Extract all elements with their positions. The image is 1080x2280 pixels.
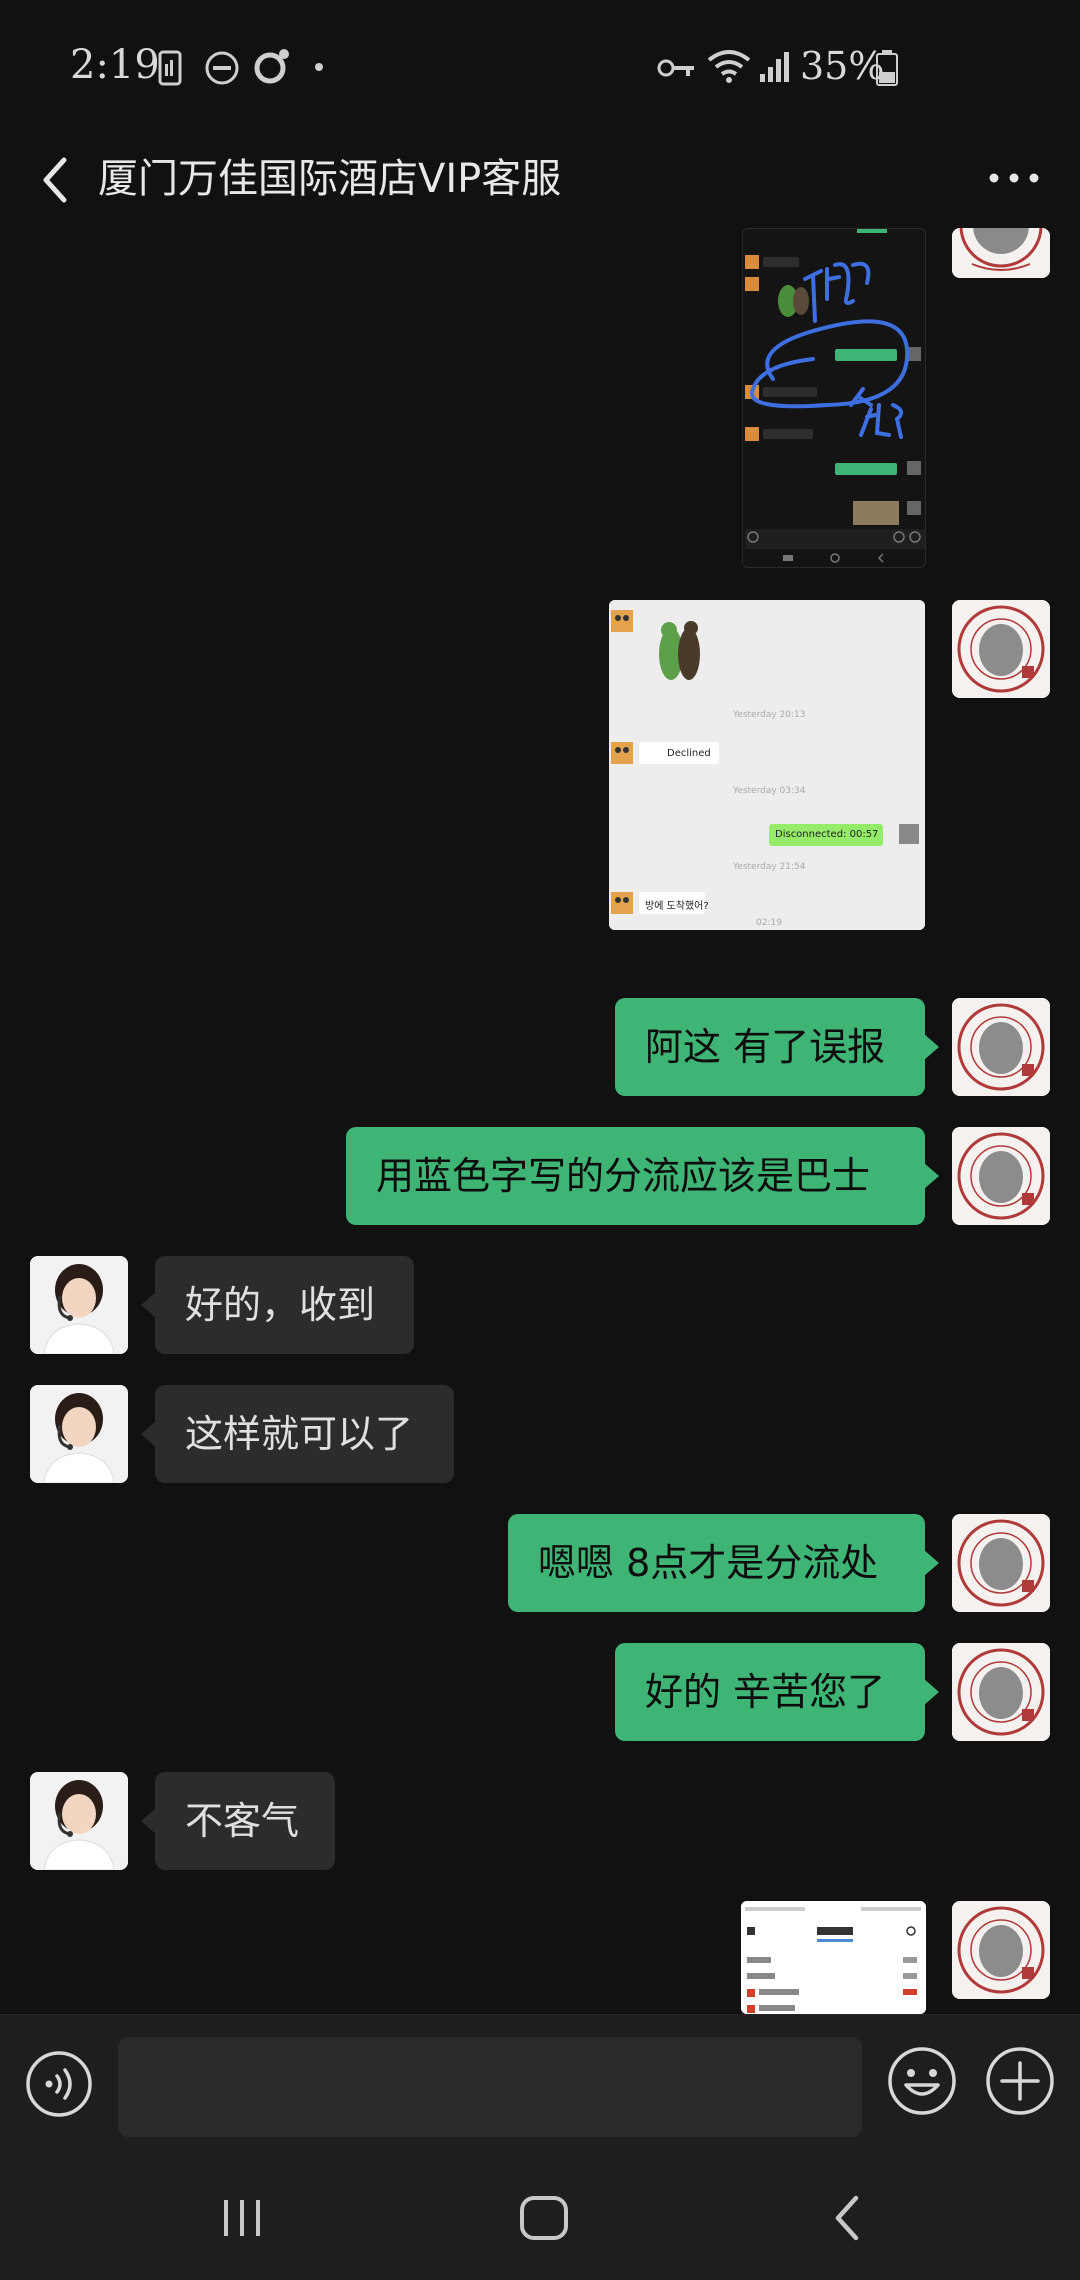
message-row: 好的，收到 [0, 1256, 1080, 1354]
message-list[interactable]: Yesterday 20:13 Declined Yesterday 03:34… [0, 228, 1080, 2014]
status-time: 2:19 [70, 42, 160, 88]
emoji-icon[interactable] [886, 2045, 958, 2117]
message-text-input[interactable] [118, 2037, 862, 2137]
battery-percent: 35% [800, 44, 885, 88]
annotated-chat-screenshot [743, 229, 925, 567]
agent-message-bubble[interactable]: 不客气 [141, 1772, 335, 1870]
customer-service-agent-avatar [30, 1256, 128, 1354]
university-seal-avatar [952, 998, 1050, 1096]
preview-timestamp: Yesterday 03:34 [733, 786, 806, 796]
message-row [0, 1901, 1080, 2014]
preview-timestamp: 02:19 [756, 918, 782, 928]
voice-icon[interactable] [24, 2049, 94, 2119]
self-avatar[interactable] [952, 600, 1050, 698]
agent-avatar[interactable] [30, 1256, 128, 1354]
self-avatar[interactable] [952, 998, 1050, 1096]
chat-title: 厦门万佳国际酒店VIP客服 [98, 156, 562, 202]
message-row: 这样就可以了 [0, 1385, 1080, 1483]
university-seal-avatar [952, 228, 1050, 278]
chevron-left-icon[interactable] [28, 148, 84, 212]
message-row: Yesterday 20:13 Declined Yesterday 03:34… [0, 600, 1080, 930]
vpn-key-icon [657, 59, 694, 77]
message-row: 不客气 [0, 1772, 1080, 1870]
wifi-icon [707, 50, 751, 83]
plus-icon[interactable] [984, 2045, 1056, 2117]
self-message-bubble[interactable]: 嗯嗯 8点才是分流处 [508, 1514, 939, 1612]
cellular-signal-icon [760, 52, 789, 82]
preview-timestamp: Yesterday 21:54 [733, 862, 806, 872]
message-row: 好的 辛苦您了 [0, 1643, 1080, 1741]
notification-app-icon [254, 49, 289, 84]
preview-disconnected-text: Disconnected: 00:57 [775, 829, 879, 840]
agent-message-bubble[interactable]: 好的，收到 [141, 1256, 414, 1354]
screenshot-image-message[interactable] [741, 1901, 926, 2014]
agent-message-bubble[interactable]: 这样就可以了 [141, 1385, 454, 1483]
device-info-icon [158, 50, 182, 86]
screenshot-image-message[interactable]: Yesterday 20:13 Declined Yesterday 03:34… [609, 600, 925, 930]
self-message-bubble[interactable]: 阿这 有了误报 [615, 998, 939, 1096]
preview-timestamp: Yesterday 20:13 [733, 710, 806, 720]
chat-screenshot [609, 600, 925, 930]
university-seal-avatar [952, 1643, 1050, 1741]
message-row [0, 228, 1080, 568]
message-row: 阿这 有了误报 [0, 998, 1080, 1096]
agent-avatar[interactable] [30, 1772, 128, 1870]
customer-service-agent-avatar [30, 1772, 128, 1870]
self-message-bubble[interactable]: 用蓝色字写的分流应该是巴士 [346, 1127, 939, 1225]
self-avatar[interactable] [952, 1127, 1050, 1225]
order-list-screenshot [741, 1901, 926, 2014]
home-icon[interactable] [516, 2190, 572, 2246]
university-seal-avatar [952, 1901, 1050, 1999]
back-nav-icon[interactable] [826, 2190, 870, 2246]
self-avatar[interactable] [952, 1514, 1050, 1612]
do-not-disturb-icon [205, 51, 239, 85]
university-seal-avatar [952, 1514, 1050, 1612]
self-avatar[interactable] [952, 1901, 1050, 1999]
chat-screen: 2:19 35% 厦门万佳国际酒店VIP客服 Yesterday 20:13 D… [0, 0, 1080, 2280]
recent-apps-icon[interactable] [218, 2190, 266, 2246]
preview-korean-text: 방에 도착했어? [645, 901, 709, 912]
system-navigation-bar [0, 2160, 1080, 2280]
screenshot-image-message[interactable] [742, 228, 926, 568]
message-input-bar [0, 2014, 1080, 2160]
agent-avatar[interactable] [30, 1385, 128, 1483]
self-avatar[interactable] [952, 228, 1050, 278]
university-seal-avatar [952, 600, 1050, 698]
status-bar: 2:19 35% [0, 0, 1080, 130]
preview-declined-text: Declined [667, 748, 711, 759]
message-row: 用蓝色字写的分流应该是巴士 [0, 1127, 1080, 1225]
self-avatar[interactable] [952, 1643, 1050, 1741]
more-horizontal-icon[interactable] [984, 158, 1044, 198]
chat-header: 厦门万佳国际酒店VIP客服 [0, 130, 1080, 230]
self-message-bubble[interactable]: 好的 辛苦您了 [615, 1643, 939, 1741]
customer-service-agent-avatar [30, 1385, 128, 1483]
message-row: 嗯嗯 8点才是分流处 [0, 1514, 1080, 1612]
university-seal-avatar [952, 1127, 1050, 1225]
more-notifications-dot-icon [315, 63, 323, 71]
battery-icon [876, 50, 898, 86]
